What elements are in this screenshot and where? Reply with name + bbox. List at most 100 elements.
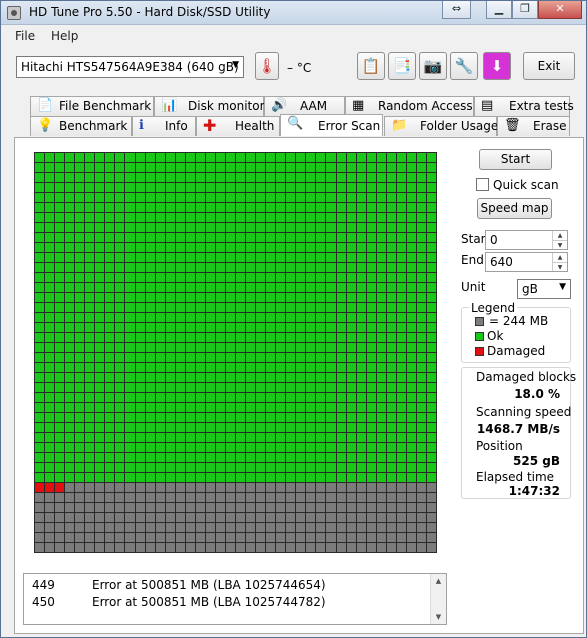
block-ok [266,273,276,282]
copy-info-icon[interactable]: 📋 [357,52,385,80]
block-unscanned [336,523,346,532]
block-ok [346,413,356,422]
block-ok [125,443,135,452]
block-unscanned [65,483,75,492]
resize-arrows-icon[interactable]: ⇔ [442,1,471,19]
spin-up-icon[interactable]: ▲ [552,231,567,240]
block-ok [185,243,195,252]
block-ok [326,403,336,412]
close-button[interactable]: ✕ [538,1,582,19]
block-ok [215,163,225,172]
block-ok [336,453,346,462]
tab-error-scan[interactable]: 🔍 Error Scan [280,114,383,136]
block-ok [115,453,125,462]
thermometer-icon[interactable]: 🌡 [255,52,279,80]
block-ok [326,283,336,292]
block-ok [256,433,266,442]
block-ok [35,473,45,482]
menu-file[interactable]: File [15,29,35,43]
log-scrollbar[interactable]: ▲ ▼ [430,574,446,624]
block-ok [286,273,296,282]
block-ok [356,293,366,302]
block-ok [236,463,246,472]
block-ok [45,223,55,232]
block-ok [246,243,256,252]
tab-disk-monitor[interactable]: 📊 Disk monitor [154,96,265,116]
tab-extra-tests[interactable]: ▤ Extra tests [474,96,574,116]
download-arrow-icon[interactable]: ⬇ [483,52,511,80]
tab-erase[interactable]: 🗑 Erase [497,116,570,136]
tab-health[interactable]: ✚ Health [196,116,280,136]
window-title: HD Tune Pro 5.50 - Hard Disk/SSD Utility [29,5,271,19]
spin-down-icon[interactable]: ▼ [552,240,567,249]
block-ok [386,153,396,162]
block-ok [145,283,155,292]
spin-up-icon[interactable]: ▲ [552,253,567,262]
block-ok [336,353,346,362]
block-unscanned [165,523,175,532]
block-unscanned [225,533,235,542]
block-ok [246,373,256,382]
tab-file-benchmark[interactable]: 📄 File Benchmark [30,96,154,116]
block-ok [266,453,276,462]
scroll-up-icon[interactable]: ▲ [431,577,446,585]
block-ok [45,343,55,352]
block-unscanned [185,523,195,532]
block-ok [135,423,145,432]
block-ok [55,153,65,162]
block-ok [125,193,135,202]
tab-info[interactable]: ℹ Info [132,116,196,136]
block-ok [376,433,386,442]
exit-button[interactable]: Exit [523,52,575,80]
block-ok [266,293,276,302]
block-unscanned [356,543,366,552]
tab-random-access[interactable]: ▦ Random Access [345,96,474,116]
start-position-input[interactable]: 0 ▲ ▼ [485,230,568,250]
menu-help[interactable]: Help [51,29,78,43]
quick-scan-checkbox[interactable] [476,178,489,191]
tab-aam[interactable]: 🔊 AAM [264,96,345,116]
unit-select[interactable]: gB ▼ [517,279,571,299]
tab-benchmark[interactable]: 💡 Benchmark [30,116,132,136]
tab-folder-usage[interactable]: 📁 Folder Usage [384,116,498,136]
drive-select[interactable]: Hitachi HTS547564A9E384 (640 gB) ▼ [16,56,244,78]
restore-button[interactable]: ❐ [512,1,538,19]
block-ok [105,173,115,182]
block-ok [125,173,135,182]
block-unscanned [95,513,105,522]
block-ok [225,363,235,372]
block-ok [175,193,185,202]
block-ok [306,353,316,362]
block-ok [85,303,95,312]
scroll-down-icon[interactable]: ▼ [431,613,446,621]
block-ok [185,463,195,472]
block-ok [95,153,105,162]
block-ok [296,463,306,472]
block-ok [236,293,246,302]
block-ok [165,193,175,202]
title-bar[interactable]: HD Tune Pro 5.50 - Hard Disk/SSD Utility… [1,1,586,25]
block-ok [35,383,45,392]
copy-all-icon[interactable]: 📑 [388,52,416,80]
block-ok [165,323,175,332]
block-ok [326,393,336,402]
block-ok [236,283,246,292]
block-unscanned [75,493,85,502]
block-ok [426,223,436,232]
minimize-button[interactable]: ▁ [486,1,512,19]
block-ok [246,363,256,372]
block-unscanned [316,483,326,492]
end-position-input[interactable]: 640 ▲ ▼ [485,252,568,272]
spin-down-icon[interactable]: ▼ [552,262,567,271]
speed-map-button[interactable]: Speed map [477,198,552,219]
error-log[interactable]: 449 Error at 500851 MB (LBA 1025744654) … [23,573,447,625]
block-ok [35,393,45,402]
options-wrench-icon[interactable]: 🔧 [450,52,478,80]
block-ok [286,193,296,202]
start-button[interactable]: Start [479,149,552,170]
camera-icon[interactable]: 📷 [419,52,447,80]
block-ok [195,473,205,482]
block-ok [225,303,235,312]
block-ok [286,163,296,172]
block-ok [205,263,215,272]
